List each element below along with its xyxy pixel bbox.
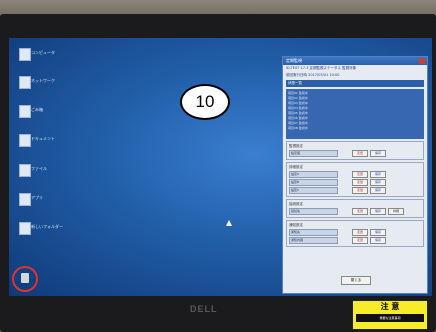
setting-field[interactable]: 設定A [289,171,338,178]
save-button[interactable]: 保存 [370,150,386,157]
info-line-2: 前回実行日時 2017/03/01 10:00 [286,73,340,77]
status-listbox[interactable]: 項目01 監視中 項目02 監視中 項目03 監視中 項目04 監視中 項目05 監視中… [286,89,424,139]
window-titlebar[interactable]: 定期監視 [283,57,427,65]
desktop-icon[interactable]: アプリ [15,193,75,206]
desktop-icon[interactable]: ファイル [15,164,75,177]
setting-field[interactable]: 設定値 [289,150,338,157]
save-button[interactable]: 保存 [370,187,386,194]
sticker-subtitle: 重要な注意事項 [356,314,424,322]
settings-group: 通知設定 通知先 変更 保存 通知内容 変更 保存 [286,220,424,247]
save-button[interactable]: 保存 [370,237,386,244]
close-icon[interactable] [419,58,425,64]
settings-group: 接続設定接続先 変更 保存 詳細 [286,199,424,218]
desktop-icon-label: 新しいフォルダー [31,224,63,229]
recycle-bin-icon-highlighted[interactable] [12,266,38,292]
desktop-icon-label: ドキュメント [31,136,55,141]
monitor-brand-logo: DELL [190,304,218,314]
save-button[interactable]: 保存 [370,229,386,236]
settings-row: 通知内容 変更 保存 [289,237,421,244]
settings-row: 設定A 変更 保存 [289,171,421,178]
info-line-1: ID-TEST 17-3 定期監視ステータス 監視対象 [286,66,357,70]
close-button[interactable]: 閉じる [341,276,371,285]
window-title: 定期監視 [286,58,302,63]
setting-field[interactable]: 接続先 [289,208,338,215]
change-button[interactable]: 変更 [352,187,368,194]
change-button[interactable]: 変更 [352,208,368,215]
desktop-icon[interactable]: 新しいフォルダー [15,222,75,235]
save-button[interactable]: 保存 [370,179,386,186]
file-icon [19,105,31,118]
group-title: 通知設定 [289,223,303,227]
settings-row: 設定C 変更 保存 [289,187,421,194]
step-number-bubble: 10 [180,84,230,120]
settings-group: 監視設定設定値 変更 保存 [286,141,424,160]
file-icon [19,76,31,89]
monitor-settings-window: 定期監視 ID-TEST 17-3 定期監視ステータス 監視対象 前回実行日時 … [282,56,428,294]
file-icon [19,193,31,206]
settings-row: 通知先 変更 保存 [289,229,421,236]
setting-field[interactable]: 通知先 [289,229,338,236]
mouse-cursor-icon [226,220,232,226]
setting-field[interactable]: 設定C [289,187,338,194]
desktop-icon-label: ファイル [31,166,47,171]
desktop-icon[interactable]: ネットワーク [15,76,75,89]
setting-field[interactable]: 設定B [289,179,338,186]
settings-group: 詳細設定 設定A 変更 保存 設定B 変更 保存 設定C 変更 保存 [286,162,424,197]
desktop-icon[interactable]: ドキュメント [15,134,75,147]
save-button[interactable]: 保存 [370,208,386,215]
save-button[interactable]: 保存 [370,171,386,178]
setting-field[interactable]: 通知内容 [289,237,338,244]
file-icon [19,222,31,235]
change-button[interactable]: 変更 [352,171,368,178]
change-button[interactable]: 変更 [352,179,368,186]
detail-button[interactable]: 詳細 [388,208,404,215]
group-title: 監視設定 [289,144,303,148]
caution-sticker: 注 意 重要な注意事項 [352,300,428,330]
change-button[interactable]: 変更 [352,237,368,244]
change-button[interactable]: 変更 [352,229,368,236]
desktop-icon-label: ネットワーク [31,78,55,83]
status-list-item[interactable]: 項目08 監視中 [288,126,422,131]
status-banner: 状態一覧 [286,80,424,87]
change-button[interactable]: 変更 [352,150,368,157]
settings-row: 設定値 変更 保存 [289,150,421,157]
group-title: 詳細設定 [289,165,303,169]
sticker-title: 注 意 [380,302,400,311]
file-icon [19,134,31,147]
desktop-icon-label: コンピュータ [31,50,55,55]
settings-row: 設定B 変更 保存 [289,179,421,186]
desktop-icon-label: アプリ [31,195,43,200]
desktop-icon[interactable]: ごみ箱 [15,105,75,118]
settings-row: 接続先 変更 保存 詳細 [289,208,421,215]
file-icon [19,48,31,61]
desktop-icon-label: ごみ箱 [31,107,43,112]
desktop-icon[interactable]: コンピュータ [15,48,75,61]
file-icon [19,164,31,177]
group-title: 接続設定 [289,202,303,206]
